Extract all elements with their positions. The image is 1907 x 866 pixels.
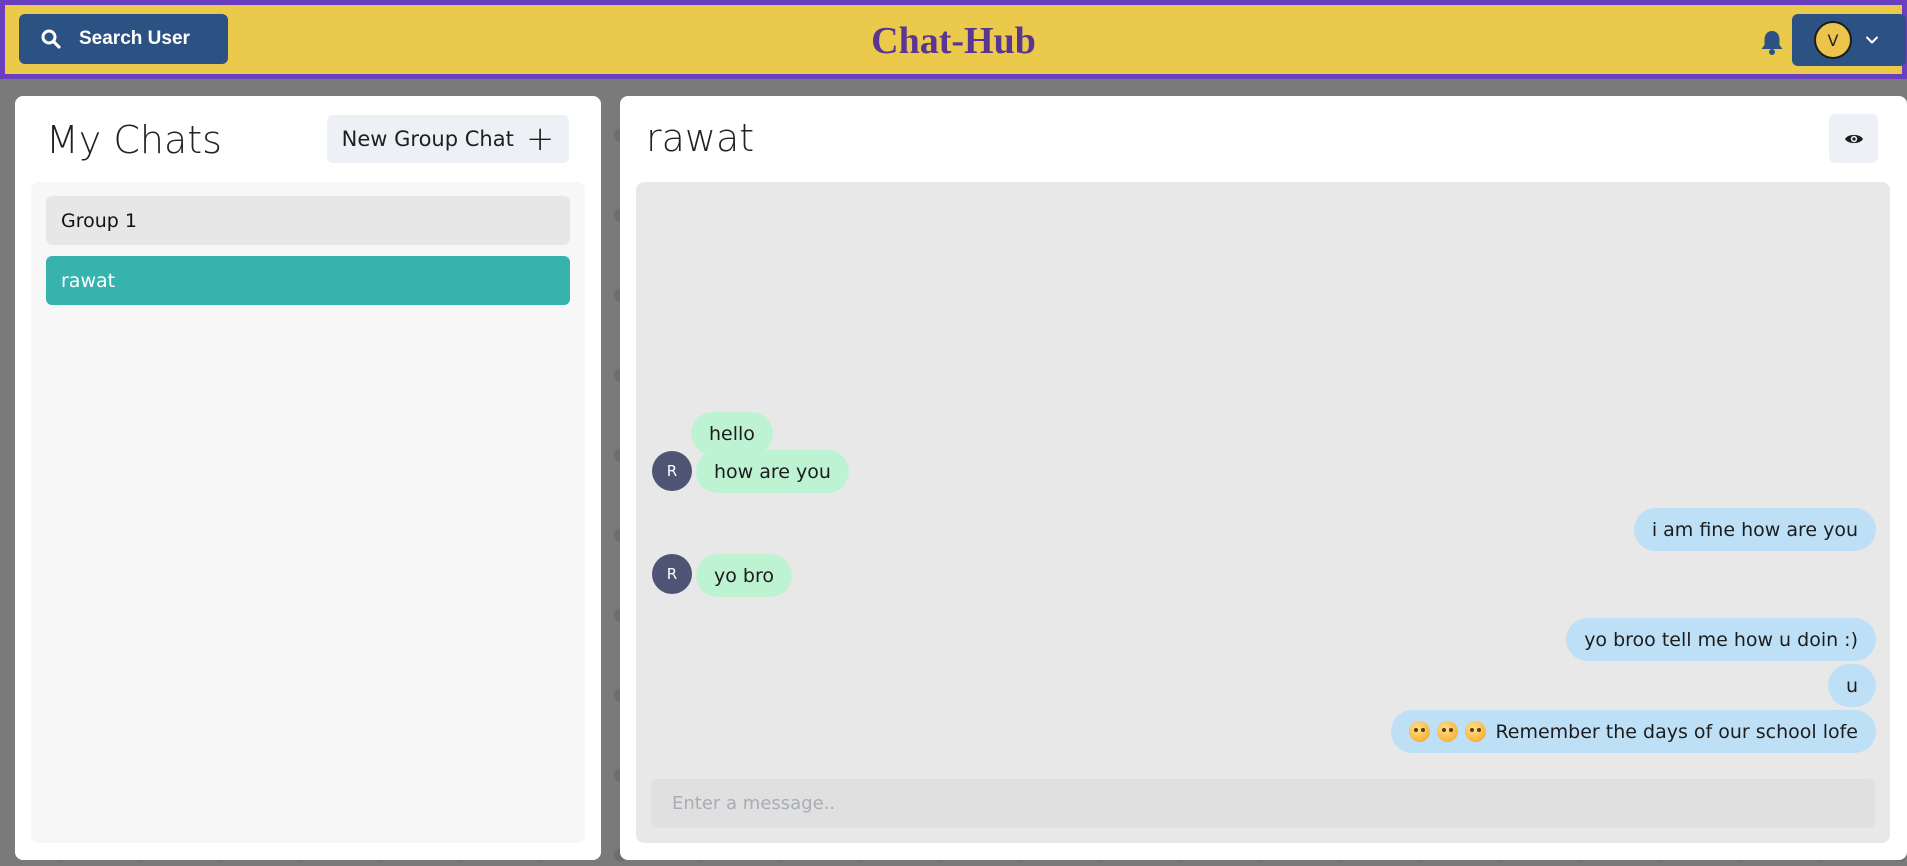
smiley-emoji-icon	[1437, 721, 1459, 742]
message-bubble-incoming: yo bro	[696, 554, 792, 597]
message-bubble-outgoing: Remember the days of our school lofe	[1391, 710, 1876, 753]
search-user-button[interactable]: Search User	[19, 14, 228, 64]
sender-avatar[interactable]: R	[652, 554, 692, 594]
profile-menu-button[interactable]: V	[1792, 14, 1906, 66]
new-group-chat-label: New Group Chat	[341, 127, 514, 151]
chat-list-item-rawat[interactable]: rawat	[46, 256, 570, 305]
view-profile-button[interactable]	[1829, 114, 1878, 163]
top-bar: Search User Chat-Hub V	[0, 0, 1907, 79]
sender-avatar[interactable]: R	[652, 451, 692, 491]
search-user-label: Search User	[79, 28, 190, 49]
chat-list-item-label: rawat	[61, 269, 116, 292]
message-text: yo broo tell me how u doin :)	[1584, 628, 1858, 651]
messages-area: hello R how are you i am fine how are yo…	[636, 182, 1890, 843]
chat-list-item-label: Group 1	[61, 209, 137, 232]
my-chats-panel: My Chats New Group Chat + Group 1 rawat	[15, 96, 601, 860]
app-brand-title: Chat-Hub	[871, 20, 1036, 62]
my-chats-title: My Chats	[46, 118, 222, 162]
conversation-panel: rawat hello R how are you i am fine how …	[620, 96, 1907, 860]
message-text: yo bro	[714, 564, 774, 587]
message-text: how are you	[714, 460, 831, 483]
eye-icon	[1844, 134, 1863, 143]
notification-bell-icon[interactable]	[1759, 29, 1785, 57]
conversation-title: rawat	[646, 116, 755, 160]
search-icon	[41, 29, 61, 49]
chat-list-item-group-1[interactable]: Group 1	[46, 196, 570, 245]
message-text: i am fine how are you	[1651, 518, 1858, 541]
message-bubble-incoming: hello	[691, 412, 773, 455]
chat-list: Group 1 rawat	[31, 182, 585, 843]
message-text: hello	[709, 422, 755, 445]
message-input[interactable]	[651, 779, 1875, 828]
plus-icon: +	[525, 119, 555, 159]
message-bubble-outgoing: i am fine how are you	[1633, 508, 1876, 551]
message-text: Remember the days of our school lofe	[1495, 720, 1858, 743]
smiley-emoji-icon	[1409, 721, 1431, 742]
user-avatar: V	[1814, 21, 1852, 59]
new-group-chat-button[interactable]: New Group Chat +	[327, 115, 569, 163]
message-bubble-outgoing: u	[1827, 664, 1876, 707]
message-bubble-incoming: how are you	[696, 450, 849, 493]
message-text: u	[1845, 674, 1858, 697]
chevron-down-icon	[1866, 36, 1878, 44]
smiley-emoji-icon	[1465, 721, 1487, 742]
message-bubble-outgoing: yo broo tell me how u doin :)	[1566, 618, 1876, 661]
